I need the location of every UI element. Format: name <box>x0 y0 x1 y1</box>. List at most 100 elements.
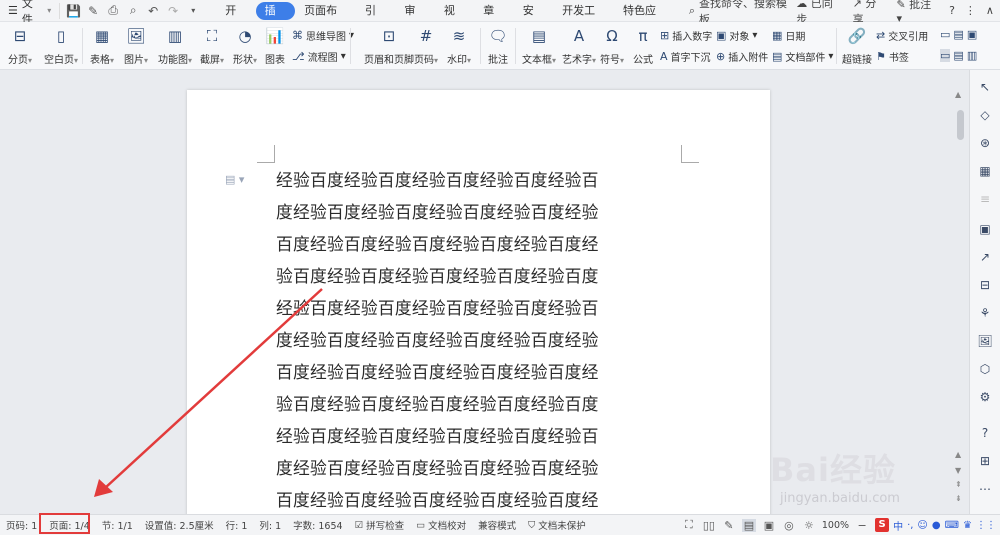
shape-panel-icon[interactable]: ◇ <box>976 106 994 124</box>
share-panel-icon[interactable]: ⚘ <box>976 304 994 322</box>
view-mode-icon[interactable]: ▥ <box>967 49 977 62</box>
tab-page-layout[interactable]: 页面布局 <box>295 2 356 35</box>
attachment-button[interactable]: ⊕ 插入附件 <box>716 49 768 64</box>
page-view-icon[interactable]: ▤ <box>741 518 756 532</box>
status-page-code[interactable]: 页码: 1 <box>0 518 43 532</box>
status-word-count[interactable]: 字数: 1654 <box>287 518 348 532</box>
collapse-ribbon-icon[interactable]: ∧ <box>986 4 994 17</box>
save-icon[interactable]: 💾 <box>66 4 81 18</box>
scroll-down-icon[interactable]: ▲ <box>955 450 961 459</box>
status-setting[interactable]: 设置值: 2.5厘米 <box>139 518 220 532</box>
table-panel-icon[interactable]: ▦ <box>976 162 994 180</box>
hyperlink-button[interactable]: 🔗 超链接 <box>842 25 872 66</box>
table-button[interactable]: ▦ 表格▾ <box>90 25 114 66</box>
tab-home[interactable]: 开始 <box>216 2 255 35</box>
document-page[interactable]: ▤ ▾ 经验百度经验百度经验百度经验百度经验百 度经验百度经验百度经验百度经验百… <box>187 90 770 520</box>
tab-section[interactable]: 章节 <box>474 2 513 35</box>
more-icon[interactable]: ⋯ <box>976 480 994 498</box>
outline-view-icon[interactable]: ▣ <box>762 519 776 532</box>
scroll-up-icon[interactable]: ▲ <box>955 90 961 99</box>
vertical-scrollbar[interactable]: ▲ ▲ ▼ ⇞ ⇟ <box>954 90 966 510</box>
date-button[interactable]: ▦ 日期 <box>772 28 805 43</box>
object-icon: ▣ <box>716 29 727 42</box>
help-icon[interactable]: ? <box>949 4 955 17</box>
more-options-icon[interactable]: ⋮ <box>965 4 976 17</box>
style-icon[interactable]: ⊛ <box>976 134 994 152</box>
tab-developer[interactable]: 开发工具 <box>553 2 614 35</box>
print-preview-icon[interactable]: ⌕ <box>126 3 140 18</box>
focus-mode-icon[interactable]: ⛶ <box>682 518 696 532</box>
zoom-level[interactable]: 100% <box>822 520 849 531</box>
edit-icon[interactable]: ↗ <box>976 248 994 266</box>
help-icon[interactable]: ? <box>976 424 994 442</box>
read-mode-icon[interactable]: ▯▯ <box>702 519 716 532</box>
document-text[interactable]: 经验百度经验百度经验百度经验百度经验百 度经验百度经验百度经验百度经验百度经验 … <box>276 164 686 516</box>
protect-status[interactable]: ⛉ 文档未保护 <box>522 518 592 533</box>
tab-references[interactable]: 引用 <box>356 2 395 35</box>
apps-grid-icon[interactable]: ⊞ <box>976 452 994 470</box>
web-view-icon[interactable]: ◎ <box>782 519 796 532</box>
doc-part-button[interactable]: ▤ 文档部件 ▾ <box>772 49 833 64</box>
next-page-icon[interactable]: ⇟ <box>955 494 962 503</box>
textbox-button[interactable]: ▤ 文本框▾ <box>522 25 556 66</box>
header-footer-button[interactable]: ⊡ 页眉和页脚 <box>364 25 414 66</box>
cross-ref-button[interactable]: ⇄ 交叉引用 <box>876 28 928 43</box>
drop-cap-button[interactable]: A 首字下沉 <box>660 49 711 64</box>
view-mode-icon[interactable]: ▤ <box>953 49 963 62</box>
tab-special-apps[interactable]: 特色应用 <box>614 2 675 35</box>
chart-button[interactable]: 📊 图表 <box>264 25 286 66</box>
image-panel-icon[interactable]: 🖼 <box>976 332 994 350</box>
function-chart-button[interactable]: ▥ 功能图▾ <box>158 25 192 66</box>
undo-icon[interactable]: ↶ <box>146 4 160 18</box>
comment-button[interactable]: 🗨 批注 <box>487 25 509 66</box>
eye-protect-icon[interactable]: ☼ <box>802 519 816 532</box>
art-text-button[interactable]: A 艺术字▾ <box>562 25 596 66</box>
picture-button[interactable]: 🖼 图片▾ <box>124 25 148 66</box>
doc-proof-button[interactable]: ▭ 文档校对 <box>410 518 472 533</box>
page-break-button[interactable]: ⊟ 分页▾ <box>8 25 32 66</box>
tab-security[interactable]: 安全 <box>514 2 553 35</box>
view-mode-icon[interactable]: ▣ <box>967 28 977 41</box>
shield-icon[interactable]: ⬡ <box>976 360 994 378</box>
status-row[interactable]: 行: 1 <box>220 518 254 532</box>
file-menu[interactable]: ☰ 文件 ▾ <box>0 0 59 26</box>
scroll-down-icon[interactable]: ▼ <box>955 466 961 475</box>
insert-number-button[interactable]: ⊞ 插入数字 <box>660 28 712 43</box>
more-icon[interactable]: ▾ <box>186 6 200 15</box>
tab-review[interactable]: 审阅 <box>395 2 434 35</box>
tab-view[interactable]: 视图 <box>435 2 474 35</box>
zoom-out-icon[interactable]: − <box>855 519 869 532</box>
symbol-button[interactable]: Ω 符号▾ <box>600 25 624 66</box>
scroll-thumb[interactable] <box>957 110 964 140</box>
select-icon[interactable]: ↖ <box>976 78 994 96</box>
spell-check-button[interactable]: ☑ 拼写检查 <box>349 518 411 533</box>
watermark-button[interactable]: ≋ 水印▾ <box>447 25 471 66</box>
write-mode-icon[interactable]: ✎ <box>722 519 736 532</box>
format-painter-icon[interactable]: ✎ <box>86 4 100 18</box>
redo-icon[interactable]: ↷ <box>166 4 180 18</box>
prev-page-icon[interactable]: ⇞ <box>955 480 962 489</box>
status-section[interactable]: 节: 1/1 <box>96 518 139 532</box>
page-number-button[interactable]: # 页码▾ <box>414 25 438 66</box>
print-icon[interactable]: ⎙ <box>106 3 120 18</box>
blank-page-button[interactable]: ▯ 空白页▾ <box>44 25 78 66</box>
crop-mark-top-left <box>257 145 275 163</box>
view-mode-icon[interactable]: ▭ <box>940 49 951 62</box>
formula-button[interactable]: π 公式 <box>632 25 654 66</box>
screenshot-button[interactable]: ⛶ 截屏▾ <box>200 25 224 66</box>
status-col[interactable]: 列: 1 <box>253 518 287 532</box>
paragraph-icon[interactable]: ▤ ▾ <box>225 173 244 186</box>
object-button[interactable]: ▣ 对象 ▾ <box>716 28 757 43</box>
mind-map-button[interactable]: ⌘ 思维导图 ▾ <box>292 28 354 43</box>
archive-icon[interactable]: ⊟ <box>976 276 994 294</box>
view-mode-icon[interactable]: ▤ <box>953 28 963 41</box>
document-icon[interactable]: ▣ <box>976 220 994 238</box>
view-mode-icon[interactable]: ▭ <box>940 28 950 41</box>
input-method[interactable]: S 中 ·, ☺ ● ⌨ ♛ ⋮⋮ <box>875 518 996 533</box>
bookmark-button[interactable]: ⚑ 书签 <box>876 49 909 64</box>
comment-ribbon-label: 批注 <box>488 55 508 66</box>
tools-icon[interactable]: ⚙ <box>976 388 994 406</box>
flowchart-button[interactable]: ⎇ 流程图 ▾ <box>292 49 346 64</box>
tab-insert[interactable]: 插入 <box>255 1 296 35</box>
shape-button[interactable]: ◔ 形状▾ <box>233 25 257 66</box>
